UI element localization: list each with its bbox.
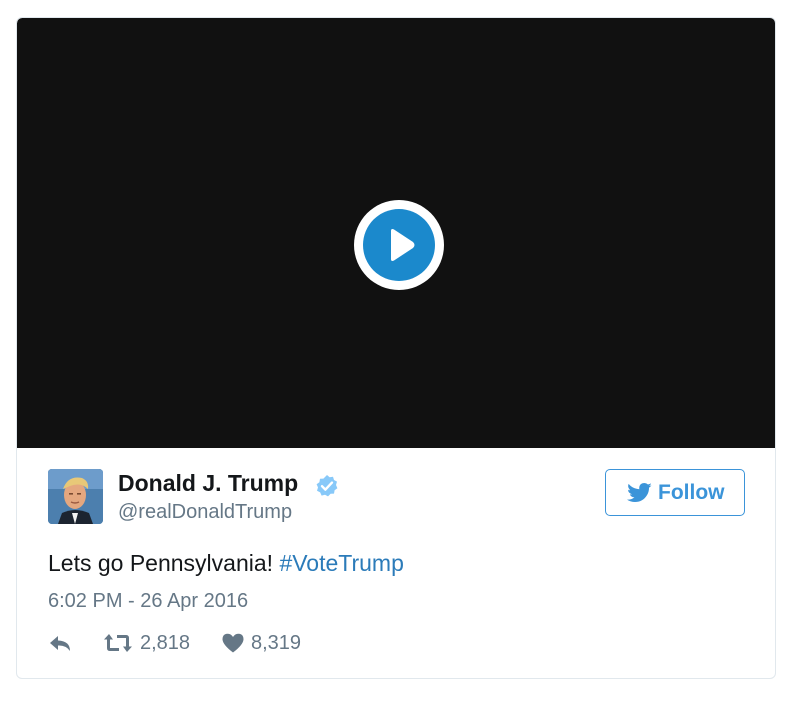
hashtag-link[interactable]: #VoteTrump [279, 550, 403, 576]
avatar[interactable] [48, 469, 103, 524]
retweet-button[interactable]: 2,818 [103, 630, 203, 656]
tweet-text: Lets go Pennsylvania! #VoteTrump [48, 550, 404, 577]
tweet-body: Lets go Pennsylvania! [48, 550, 280, 576]
tweet-card: Donald J. Trump @realDonaldTrump Follow … [16, 17, 776, 679]
author-name[interactable]: Donald J. Trump [118, 470, 298, 497]
verified-badge-icon [315, 474, 339, 498]
tweet-timestamp[interactable]: 6:02 PM - 26 Apr 2016 [48, 590, 248, 613]
play-icon [363, 209, 435, 281]
play-button[interactable] [354, 200, 444, 290]
like-count: 8,319 [251, 632, 302, 654]
twitter-bird-icon [627, 483, 652, 503]
like-button[interactable]: 8,319 [221, 630, 321, 656]
author-handle[interactable]: @realDonaldTrump [118, 501, 292, 524]
retweet-count: 2,818 [140, 632, 191, 654]
video-player[interactable] [17, 18, 775, 448]
follow-button[interactable]: Follow [605, 469, 745, 516]
reply-button[interactable] [48, 630, 78, 656]
follow-label: Follow [658, 481, 725, 504]
